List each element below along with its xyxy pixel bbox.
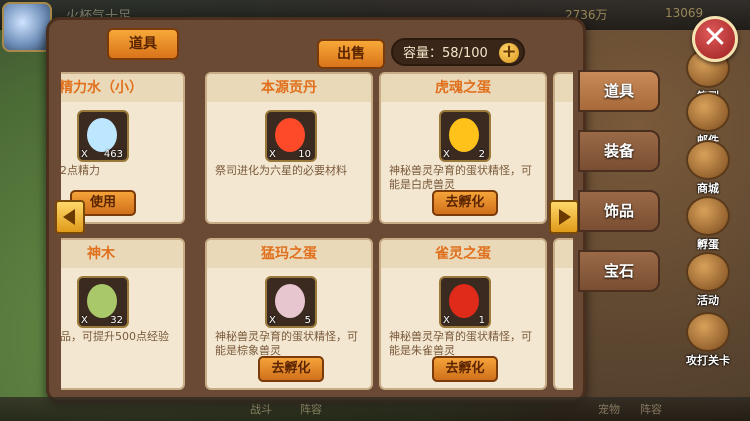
item-desc: 神秘兽灵孕育的蛋状精怪，可能是朱雀兽灵: [389, 330, 532, 357]
panel-header: 道具 出售 容量：58/100 +: [49, 20, 583, 69]
sell-button[interactable]: 出售: [317, 39, 385, 69]
arrow-right-icon: [559, 209, 571, 225]
sword-icon: [686, 312, 730, 352]
mail-icon: [686, 92, 730, 132]
item-desc: 所需物品，可提升500点经验: [61, 330, 169, 343]
item-name: 猛玛之蛋: [207, 240, 371, 268]
item-icon: X 32: [77, 276, 129, 328]
item-desc: 神秘兽灵孕育的蛋状精怪，可能是棕象兽灵: [215, 330, 358, 357]
arrow-left-icon: [63, 209, 75, 225]
panel-title-tab: 道具: [107, 28, 179, 60]
pill-icon: [275, 118, 305, 152]
item-icon: X 10: [265, 110, 317, 162]
capacity-label: 容量：: [403, 46, 443, 61]
item-count: 10: [298, 149, 311, 160]
item-name: 神木: [61, 240, 183, 268]
item-desc: 祭司进化为六星的必要材料: [215, 164, 347, 177]
tab-items[interactable]: 道具: [578, 70, 660, 112]
player-avatar[interactable]: [2, 2, 52, 52]
bottom-menu-item[interactable]: 战斗: [250, 401, 272, 417]
plus-icon: +: [501, 41, 517, 62]
item-card[interactable]: 神木 X32 所需物品，可提升500点经验: [61, 238, 185, 390]
item-icon: X5: [265, 276, 317, 328]
item-card[interactable]: 虎魂之蛋 X2 神秘兽灵孕育的蛋状精怪，可能是白虎兽灵 去孵化: [379, 72, 547, 224]
bottom-menu-bar: 战斗 阵容 宠物 阵容: [0, 397, 750, 421]
capacity-display: 容量：58/100 +: [391, 38, 525, 66]
close-button[interactable]: ✕: [692, 16, 738, 62]
bottom-menu-item[interactable]: 宠物: [598, 401, 620, 417]
menu-hatch[interactable]: 孵蛋: [684, 196, 732, 252]
item-desc: 能回复2点精力: [61, 164, 100, 177]
item-count: 2: [478, 149, 485, 160]
activity-icon: [686, 252, 730, 292]
bottom-menu-item[interactable]: 阵容: [640, 401, 662, 417]
egg-icon: [449, 118, 479, 152]
add-capacity-button[interactable]: +: [499, 43, 519, 63]
item-name: 精力水（小）: [61, 74, 183, 102]
item-count: 5: [304, 315, 311, 326]
egg-icon: [275, 284, 305, 318]
wood-icon: [87, 284, 117, 318]
item-icon: X2: [439, 110, 491, 162]
tab-accessories[interactable]: 饰品: [578, 190, 660, 232]
item-count: 32: [110, 315, 123, 326]
gems-value: 13069: [665, 6, 704, 20]
item-name: 虎魂之蛋: [381, 74, 545, 102]
menu-activity[interactable]: 活动: [684, 252, 732, 308]
egg-icon: [686, 196, 730, 236]
menu-attack-stage[interactable]: 攻打关卡: [684, 312, 732, 368]
close-icon: ✕: [702, 20, 728, 55]
hatch-button[interactable]: 去孵化: [258, 356, 324, 382]
egg-icon: [449, 284, 479, 318]
item-icon: X 463: [77, 110, 129, 162]
capacity-value: 58/100: [442, 46, 488, 61]
inventory-panel: 道具 出售 容量：58/100 + 精力水（小） X463 能回复2点精力 使用…: [46, 17, 586, 403]
item-name: 本源贡丹: [207, 74, 371, 102]
item-grid: 精力水（小） X463 能回复2点精力 使用 本源贡丹 X10 祭司进化为六星的…: [61, 72, 573, 390]
item-card[interactable]: 猛玛之蛋 X5 神秘兽灵孕育的蛋状精怪，可能是棕象兽灵 去孵化: [205, 238, 373, 390]
next-page-button[interactable]: [549, 200, 579, 234]
tab-equipment[interactable]: 装备: [578, 130, 660, 172]
hatch-button[interactable]: 去孵化: [432, 356, 498, 382]
bottom-menu-item[interactable]: 阵容: [300, 401, 322, 417]
item-count: 463: [103, 149, 123, 160]
item-card-partial[interactable]: [553, 238, 573, 390]
item-card[interactable]: 本源贡丹 X 10 祭司进化为六星的必要材料: [205, 72, 373, 224]
menu-shop[interactable]: 商城: [684, 140, 732, 196]
item-card[interactable]: 雀灵之蛋 X1 神秘兽灵孕育的蛋状精怪，可能是朱雀兽灵 去孵化: [379, 238, 547, 390]
shop-icon: [686, 140, 730, 180]
item-count: 1: [478, 315, 485, 326]
prev-page-button[interactable]: [55, 200, 85, 234]
hatch-button[interactable]: 去孵化: [432, 190, 498, 216]
item-name: 雀灵之蛋: [381, 240, 545, 268]
potion-icon: [87, 118, 117, 152]
item-desc: 神秘兽灵孕育的蛋状精怪，可能是白虎兽灵: [389, 164, 532, 191]
item-icon: X1: [439, 276, 491, 328]
tab-gems[interactable]: 宝石: [578, 250, 660, 292]
